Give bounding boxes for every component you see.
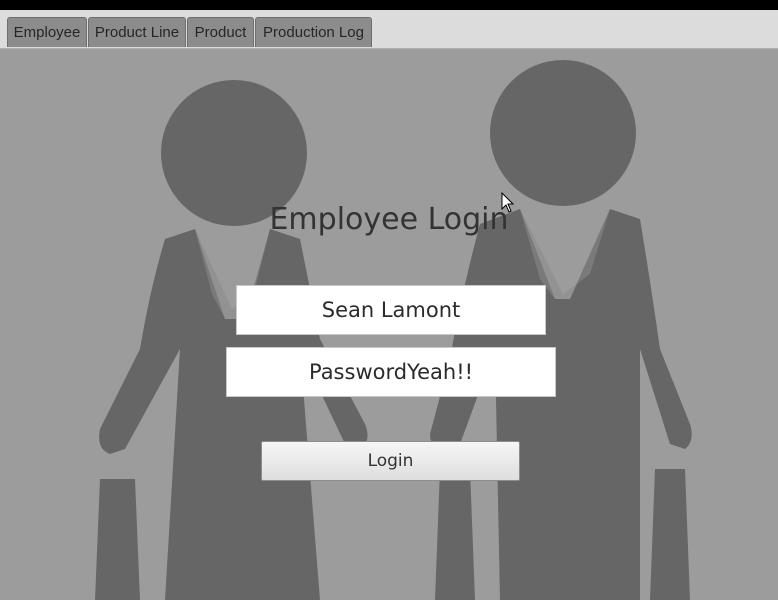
- window-top-edge: [0, 0, 778, 10]
- mouse-pointer-icon: [501, 192, 515, 213]
- login-button[interactable]: Login: [261, 441, 520, 481]
- tab-product-line[interactable]: Product Line: [88, 17, 186, 47]
- login-title: Employee Login: [269, 202, 509, 237]
- right-figure-head: [490, 60, 636, 206]
- login-panel: Employee Login Login: [0, 49, 778, 600]
- right-briefcase-right: [650, 469, 690, 600]
- username-field[interactable]: [236, 285, 546, 335]
- tab-product[interactable]: Product: [187, 17, 254, 47]
- tab-bar: Employee Product Line Product Production…: [0, 10, 778, 49]
- right-briefcase-left: [435, 469, 475, 600]
- tab-production-log[interactable]: Production Log: [255, 17, 372, 47]
- password-field[interactable]: [226, 347, 556, 397]
- tab-employee[interactable]: Employee: [7, 17, 87, 47]
- left-briefcase: [95, 479, 140, 600]
